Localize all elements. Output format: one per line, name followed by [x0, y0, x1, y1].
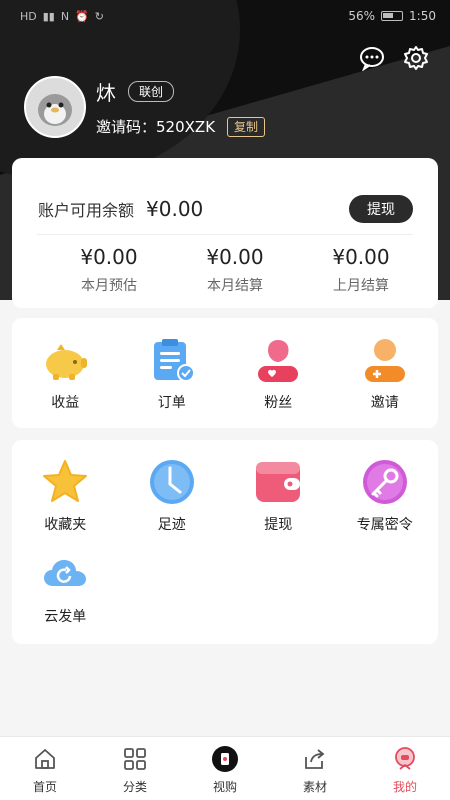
tools-menu-card: 收藏夹 足迹 提现 专属密令 云发单 [12, 440, 438, 644]
cloud-sync-icon [41, 550, 89, 598]
nfc-icon: N [60, 9, 70, 23]
menu-item-fans[interactable]: 粉丝 [225, 336, 332, 428]
name-row: 炑 联创 [96, 77, 265, 106]
copy-button[interactable]: 复制 [227, 116, 266, 137]
menu-item-label: 云发单 [44, 609, 87, 625]
stat-last-month-settled[interactable]: ¥0.00 上月结算 [306, 245, 416, 295]
stat-value: ¥0.00 [206, 245, 264, 269]
menu-item-secret-code[interactable]: 专属密令 [332, 458, 439, 550]
profile-section: 炑 联创 邀请码：520XZK 复制 [24, 76, 266, 138]
balance-value: ¥0.00 [146, 197, 204, 221]
clock-icon [148, 458, 196, 506]
invite-row: 邀请码：520XZK 复制 [96, 116, 266, 137]
tab-category[interactable]: 分类 [90, 737, 180, 800]
menu-item-withdraw[interactable]: 提现 [225, 458, 332, 550]
tab-materials[interactable]: 素材 [270, 737, 360, 800]
menu-item-invite[interactable]: 邀请 [332, 336, 439, 428]
tab-label: 分类 [122, 780, 147, 794]
stat-value: ¥0.00 [80, 245, 138, 269]
invite-code-text: 邀请码：520XZK [96, 116, 215, 137]
tab-home[interactable]: 首页 [0, 737, 90, 800]
balance-info: 账户可用余额 ¥0.00 [38, 197, 203, 221]
main-menu-card: 收益 订单 粉丝 邀请 [12, 318, 438, 428]
status-bar: HD ▮▮ N ⏰ ↻ 56% 1:50 [0, 0, 450, 32]
hd-icon: HD [20, 9, 37, 23]
balance-card: 账户可用余额 ¥0.00 提现 ¥0.00 本月预估 ¥0.00 本月结算 ¥0… [12, 158, 438, 308]
stat-label: 本月结算 [207, 278, 263, 294]
stat-value: ¥0.00 [332, 245, 390, 269]
clock-time: 1:50 [409, 9, 436, 23]
sync-icon: ↻ [94, 9, 105, 23]
wallet-icon [254, 458, 302, 506]
tab-label: 素材 [302, 780, 327, 794]
fans-icon [254, 336, 302, 384]
username: 炑 [96, 81, 116, 105]
tab-profile[interactable]: 我的 [360, 737, 450, 800]
stat-this-month-estimate[interactable]: ¥0.00 本月预估 [54, 245, 164, 295]
main-menu-grid: 收益 订单 粉丝 邀请 [12, 318, 438, 428]
invite-label: 邀请码： [96, 118, 157, 136]
menu-item-label: 提现 [264, 517, 293, 533]
battery-percent: 56% [348, 9, 376, 23]
tab-label: 我的 [392, 780, 417, 794]
status-icons-right: 56% 1:50 [348, 9, 436, 23]
withdraw-button[interactable]: 提现 [349, 195, 413, 223]
bottom-tab-bar: 首页 分类 视购 素材 我的 [0, 736, 450, 800]
star-icon [41, 458, 89, 506]
role-badge: 联创 [128, 81, 175, 102]
menu-item-history[interactable]: 足迹 [119, 458, 226, 550]
stat-label: 本月预估 [81, 278, 137, 294]
status-icons-left: HD ▮▮ N ⏰ ↻ [20, 10, 104, 23]
menu-item-label: 粉丝 [264, 395, 293, 411]
menu-item-orders[interactable]: 订单 [119, 336, 226, 428]
invite-code: 520XZK [156, 118, 216, 136]
profile-info: 炑 联创 邀请码：520XZK 复制 [96, 77, 266, 137]
stat-label: 上月结算 [333, 278, 389, 294]
tab-label: 视购 [212, 780, 237, 794]
balance-label: 账户可用余额 [38, 201, 135, 220]
video-shop-icon [211, 745, 239, 773]
settings-gear-icon[interactable] [402, 44, 430, 72]
grid-icon [121, 745, 149, 773]
tools-menu-grid: 收藏夹 足迹 提现 专属密令 云发单 [12, 440, 438, 642]
menu-item-earnings[interactable]: 收益 [12, 336, 119, 428]
battery-icon [381, 11, 404, 21]
top-actions [358, 44, 430, 72]
tab-video-shop[interactable]: 视购 [180, 737, 270, 800]
menu-item-label: 订单 [157, 395, 186, 411]
balance-row: 账户可用余额 ¥0.00 提现 [12, 158, 438, 234]
home-icon [31, 745, 59, 773]
key-icon [361, 458, 409, 506]
message-icon[interactable] [358, 44, 386, 72]
profile-icon [391, 745, 419, 773]
earnings-stats: ¥0.00 本月预估 ¥0.00 本月结算 ¥0.00 上月结算 [12, 235, 438, 295]
menu-item-cloud-publish[interactable]: 云发单 [12, 550, 119, 642]
piggy-bank-icon [41, 336, 89, 384]
menu-item-favorites[interactable]: 收藏夹 [12, 458, 119, 550]
clipboard-icon [148, 336, 196, 384]
menu-item-label: 收藏夹 [44, 517, 87, 533]
menu-item-label: 收益 [51, 395, 80, 411]
invite-user-icon [361, 336, 409, 384]
menu-item-label: 邀请 [370, 395, 399, 411]
menu-item-label: 足迹 [157, 517, 186, 533]
tab-label: 首页 [32, 780, 57, 794]
alarm-icon: ⏰ [75, 9, 89, 23]
stat-this-month-settled[interactable]: ¥0.00 本月结算 [180, 245, 290, 295]
avatar[interactable] [24, 76, 86, 138]
signal-icon: ▮▮ [42, 9, 55, 23]
share-icon [301, 745, 329, 773]
menu-item-label: 专属密令 [356, 517, 413, 533]
